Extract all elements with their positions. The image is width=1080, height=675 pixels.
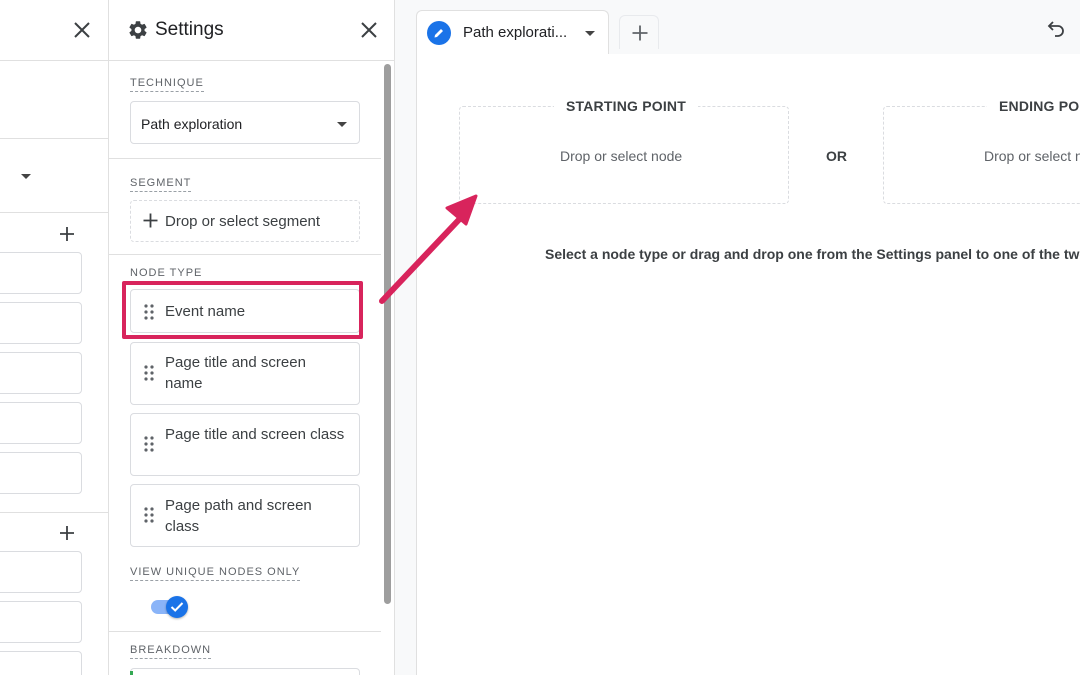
technique-select[interactable]: Path exploration: [130, 101, 360, 144]
tab-path-exploration[interactable]: Path explorati...: [416, 10, 609, 54]
gear-icon: [129, 21, 147, 39]
ending-point-drop-zone[interactable]: ENDING POINT Drop or select node: [883, 98, 1080, 204]
tab-bar: Path explorati...: [395, 0, 1080, 54]
canvas-instruction: Select a node type or drag and drop one …: [545, 246, 1080, 262]
node-type-page-title-screen-class[interactable]: Page title and screen class: [130, 413, 360, 476]
close-icon[interactable]: [359, 20, 379, 40]
pencil-icon: [427, 21, 451, 45]
ending-point-placeholder: Drop or select node: [984, 148, 1080, 164]
segment-slot[interactable]: [0, 252, 82, 294]
segment-placeholder: Drop or select segment: [165, 213, 321, 230]
breakdown-indicator: [130, 671, 133, 675]
variables-panel: [0, 0, 109, 675]
section-divider: [109, 631, 381, 632]
plus-icon: [143, 213, 158, 228]
breakdown-drop-zone[interactable]: [130, 668, 360, 675]
path-canvas: STARTING POINT Drop or select node OR EN…: [416, 54, 1080, 675]
add-tab-button[interactable]: [619, 15, 659, 49]
plus-icon: [632, 25, 648, 41]
toggle-knob[interactable]: [166, 596, 188, 618]
drag-handle-icon[interactable]: [144, 507, 154, 523]
close-icon[interactable]: [72, 20, 92, 40]
breakdown-label: BREAKDOWN: [130, 644, 212, 659]
node-type-label: NODE TYPE: [130, 267, 203, 279]
segment-slot[interactable]: [0, 352, 82, 394]
exploration-name-area: [0, 61, 108, 139]
starting-point-placeholder: Drop or select node: [560, 148, 683, 164]
settings-header: Settings: [109, 0, 394, 61]
add-dimension-plus-icon[interactable]: [58, 524, 76, 542]
segment-drop-zone[interactable]: Drop or select segment: [130, 200, 360, 242]
or-separator: OR: [826, 148, 847, 164]
add-segment-plus-icon[interactable]: [58, 225, 76, 243]
starting-point-drop-zone[interactable]: STARTING POINT Drop or select node: [459, 98, 789, 204]
dimension-slot[interactable]: [0, 551, 82, 593]
starting-point-title: STARTING POINT: [554, 98, 698, 114]
tab-label: Path explorati...: [463, 24, 568, 41]
segment-slot[interactable]: [0, 302, 82, 344]
segment-label: SEGMENT: [130, 177, 192, 192]
chevron-down-icon[interactable]: [585, 31, 595, 36]
settings-title: Settings: [155, 19, 224, 40]
technique-value: Path exploration: [141, 116, 243, 132]
dimension-slot[interactable]: [0, 651, 82, 675]
segment-slot[interactable]: [0, 402, 82, 444]
unique-nodes-label: VIEW UNIQUE NODES ONLY: [130, 566, 301, 581]
node-type-page-title-screen-name[interactable]: Page title and screen name: [130, 342, 360, 405]
drag-handle-icon[interactable]: [144, 365, 154, 381]
variables-panel-header: [0, 0, 108, 61]
node-type-label-text: Page title and screen name: [165, 354, 306, 392]
section-divider: [0, 512, 108, 513]
drag-handle-icon[interactable]: [144, 436, 154, 452]
exploration-canvas-area: Path explorati... STARTING POINT Drop or…: [395, 0, 1080, 675]
check-icon: [170, 602, 184, 612]
technique-label: TECHNIQUE: [130, 77, 204, 92]
chevron-down-icon: [21, 174, 31, 179]
undo-icon[interactable]: [1046, 18, 1066, 38]
node-type-page-path-screen-class[interactable]: Page path and screen class: [130, 484, 360, 547]
section-divider: [109, 254, 381, 255]
highlight-annotation-box: [122, 281, 363, 339]
date-range-dropdown[interactable]: [0, 139, 108, 213]
chevron-down-icon: [337, 122, 347, 127]
settings-scrollbar[interactable]: [384, 64, 391, 604]
node-type-label-text: Page path and screen class: [165, 497, 312, 535]
settings-panel: Settings TECHNIQUE Path exploration SEGM…: [109, 0, 395, 675]
section-divider: [109, 158, 381, 159]
dimension-slot[interactable]: [0, 601, 82, 643]
node-type-label-text: Page title and screen class: [165, 426, 345, 443]
segment-slot[interactable]: [0, 452, 82, 494]
ending-point-title: ENDING POINT: [987, 98, 1080, 114]
